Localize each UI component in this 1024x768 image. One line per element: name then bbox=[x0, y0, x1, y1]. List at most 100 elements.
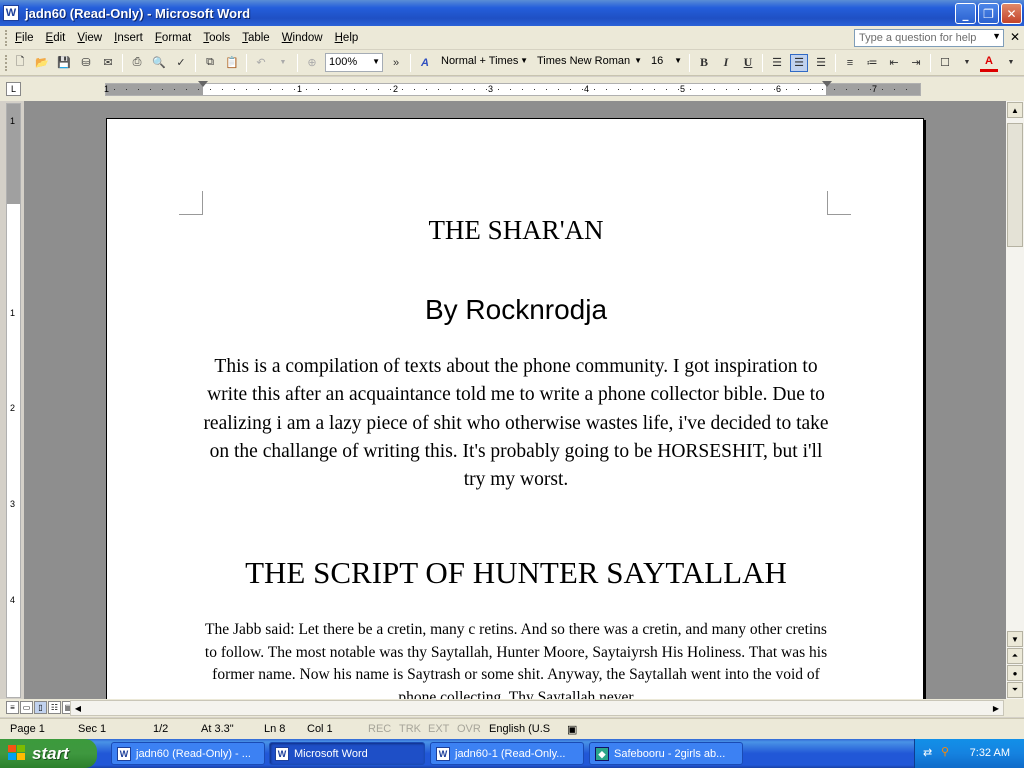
status-section[interactable]: Sec 1 bbox=[78, 723, 106, 735]
toolbar-grip[interactable] bbox=[5, 54, 9, 71]
title-bar[interactable]: W jadn60 (Read-Only) - Microsoft Word _ … bbox=[0, 0, 1024, 26]
status-column[interactable]: Col 1 bbox=[307, 723, 333, 735]
menu-edit[interactable]: Edit bbox=[40, 32, 72, 44]
section-heading[interactable]: THE SCRIPT OF HUNTER SAYTALLAH bbox=[107, 555, 925, 591]
numbering-icon[interactable]: ≡ bbox=[841, 54, 859, 72]
intro-paragraph[interactable]: This is a compilation of texts about the… bbox=[203, 353, 829, 494]
style-select[interactable]: Normal + Times ▼ bbox=[438, 53, 530, 72]
email-icon[interactable]: ✉ bbox=[99, 54, 117, 72]
align-left-icon[interactable]: ☰ bbox=[768, 54, 786, 72]
outline-view-icon[interactable]: ☷ bbox=[48, 701, 61, 714]
status-ovr[interactable]: OVR bbox=[457, 723, 481, 735]
scroll-thumb[interactable] bbox=[1007, 123, 1023, 247]
style-dropdown-icon[interactable]: ▼ bbox=[520, 56, 528, 65]
restore-button[interactable]: ❐ bbox=[978, 3, 999, 24]
horizontal-ruler[interactable]: 1 1 2 3 4 5 6 7 bbox=[104, 81, 921, 96]
horizontal-scrollbar[interactable]: ◀ ▶ bbox=[70, 700, 1004, 716]
borders-dropdown-icon[interactable]: ▼ bbox=[958, 54, 976, 72]
normal-view-icon[interactable]: ≡ bbox=[6, 701, 19, 714]
document-byline[interactable]: By Rocknrodja bbox=[107, 294, 925, 326]
vertical-ruler[interactable]: 1 1 2 3 4 bbox=[6, 103, 21, 698]
tab-selector[interactable]: L bbox=[6, 82, 21, 96]
font-color-dropdown-icon[interactable]: ▼ bbox=[1002, 54, 1020, 72]
status-line[interactable]: Ln 8 bbox=[264, 723, 285, 735]
spelling-icon[interactable]: ✓ bbox=[172, 54, 190, 72]
align-right-icon[interactable]: ☰ bbox=[812, 54, 830, 72]
zoom-dropdown-icon[interactable]: ▼ bbox=[372, 57, 380, 66]
underline-button[interactable]: U bbox=[739, 54, 757, 72]
italic-button[interactable]: I bbox=[717, 54, 735, 72]
taskbar-item[interactable]: ◆ Safebooru - 2girls ab... bbox=[589, 742, 743, 765]
font-dropdown-icon[interactable]: ▼ bbox=[634, 56, 642, 65]
menu-view[interactable]: View bbox=[71, 32, 108, 44]
first-line-indent-marker[interactable] bbox=[198, 81, 208, 87]
status-language[interactable]: English (U.S bbox=[489, 723, 550, 735]
menu-format[interactable]: Format bbox=[149, 32, 197, 44]
status-position[interactable]: At 3.3" bbox=[201, 723, 234, 735]
paste-icon[interactable]: 📋 bbox=[223, 54, 241, 72]
status-page[interactable]: Page 1 bbox=[10, 723, 45, 735]
status-ext[interactable]: EXT bbox=[428, 723, 449, 735]
right-indent-marker[interactable] bbox=[822, 81, 832, 87]
web-layout-icon[interactable]: ▭ bbox=[20, 701, 33, 714]
menu-table[interactable]: Table bbox=[236, 32, 276, 44]
font-select[interactable]: Times New Roman ▼ bbox=[534, 53, 644, 72]
font-color-button[interactable]: A bbox=[980, 54, 998, 72]
print-icon[interactable]: ⎙ bbox=[128, 54, 146, 72]
status-trk[interactable]: TRK bbox=[399, 723, 421, 735]
document-title[interactable]: THE SHAR'AN bbox=[107, 215, 925, 246]
research-icon[interactable]: ⊕ bbox=[303, 54, 321, 72]
print-preview-icon[interactable]: 🔍 bbox=[150, 54, 168, 72]
word-app-icon[interactable]: W bbox=[3, 5, 19, 21]
font-size-select[interactable]: 16 ▼ bbox=[648, 53, 684, 72]
taskbar-item[interactable]: W jadn60 (Read-Only) - ... bbox=[111, 742, 265, 765]
copy-icon[interactable]: ⧉ bbox=[201, 54, 219, 72]
taskbar-item[interactable]: W jadn60-1 (Read-Only... bbox=[430, 742, 584, 765]
document-close-button[interactable]: ✕ bbox=[1010, 30, 1020, 44]
print-layout-icon[interactable]: ▯ bbox=[34, 701, 47, 714]
open-folder-icon[interactable]: 📂 bbox=[33, 54, 51, 72]
section-paragraph[interactable]: The Jabb said: Let there be a cretin, ma… bbox=[203, 619, 829, 699]
next-page-icon[interactable]: ⏷ bbox=[1007, 682, 1023, 698]
help-search-input[interactable]: Type a question for help ▼ bbox=[854, 29, 1004, 47]
menu-insert[interactable]: Insert bbox=[108, 32, 149, 44]
zoom-select[interactable]: 100% ▼ bbox=[325, 53, 383, 72]
toolbar-options-icon[interactable]: » bbox=[387, 54, 405, 72]
menu-window[interactable]: Window bbox=[276, 32, 329, 44]
start-button[interactable]: start bbox=[0, 739, 97, 768]
new-document-icon[interactable]: 🗋 bbox=[11, 54, 29, 72]
document-page[interactable]: THE SHAR'AN By Rocknrodja This is a comp… bbox=[106, 118, 924, 699]
vertical-scrollbar[interactable]: ▲ ▼ ⏶ ● ⏷ bbox=[1006, 101, 1024, 699]
scroll-up-icon[interactable]: ▲ bbox=[1007, 102, 1023, 118]
spelling-status-icon[interactable]: ▣ bbox=[567, 723, 577, 736]
close-button[interactable]: ✕ bbox=[1001, 3, 1022, 24]
undo-dropdown-icon[interactable]: ▼ bbox=[274, 54, 292, 72]
status-rec[interactable]: REC bbox=[368, 723, 391, 735]
clock[interactable]: 7:32 AM bbox=[970, 747, 1010, 759]
status-page-count[interactable]: 1/2 bbox=[153, 723, 168, 735]
menu-file[interactable]: File bbox=[9, 32, 40, 44]
minimize-button[interactable]: _ bbox=[955, 3, 976, 24]
font-size-dropdown-icon[interactable]: ▼ bbox=[674, 56, 682, 65]
scroll-down-icon[interactable]: ▼ bbox=[1007, 631, 1023, 647]
permission-icon[interactable]: ⛁ bbox=[77, 54, 95, 72]
bold-button[interactable]: B bbox=[695, 54, 713, 72]
save-icon[interactable]: 💾 bbox=[55, 54, 73, 72]
decrease-indent-icon[interactable]: ⇤ bbox=[885, 54, 903, 72]
previous-page-icon[interactable]: ⏶ bbox=[1007, 648, 1023, 664]
help-dropdown-icon[interactable]: ▼ bbox=[992, 31, 1001, 41]
select-browse-object-icon[interactable]: ● bbox=[1007, 665, 1023, 681]
undo-icon[interactable]: ↶ bbox=[252, 54, 270, 72]
borders-icon[interactable]: ☐ bbox=[936, 54, 954, 72]
increase-indent-icon[interactable]: ⇥ bbox=[907, 54, 925, 72]
search-icon[interactable]: ⚲ bbox=[941, 745, 949, 758]
scroll-right-icon[interactable]: ▶ bbox=[989, 701, 1003, 715]
styles-formatting-icon[interactable]: A bbox=[416, 54, 434, 72]
network-icon[interactable]: ⇄ bbox=[923, 746, 932, 759]
menu-help[interactable]: Help bbox=[329, 32, 365, 44]
bullets-icon[interactable]: ≔ bbox=[863, 54, 881, 72]
scroll-left-icon[interactable]: ◀ bbox=[71, 701, 85, 715]
taskbar-item-active[interactable]: W Microsoft Word bbox=[269, 742, 425, 765]
menu-tools[interactable]: Tools bbox=[197, 32, 236, 44]
align-center-icon[interactable]: ☰ bbox=[790, 53, 808, 72]
